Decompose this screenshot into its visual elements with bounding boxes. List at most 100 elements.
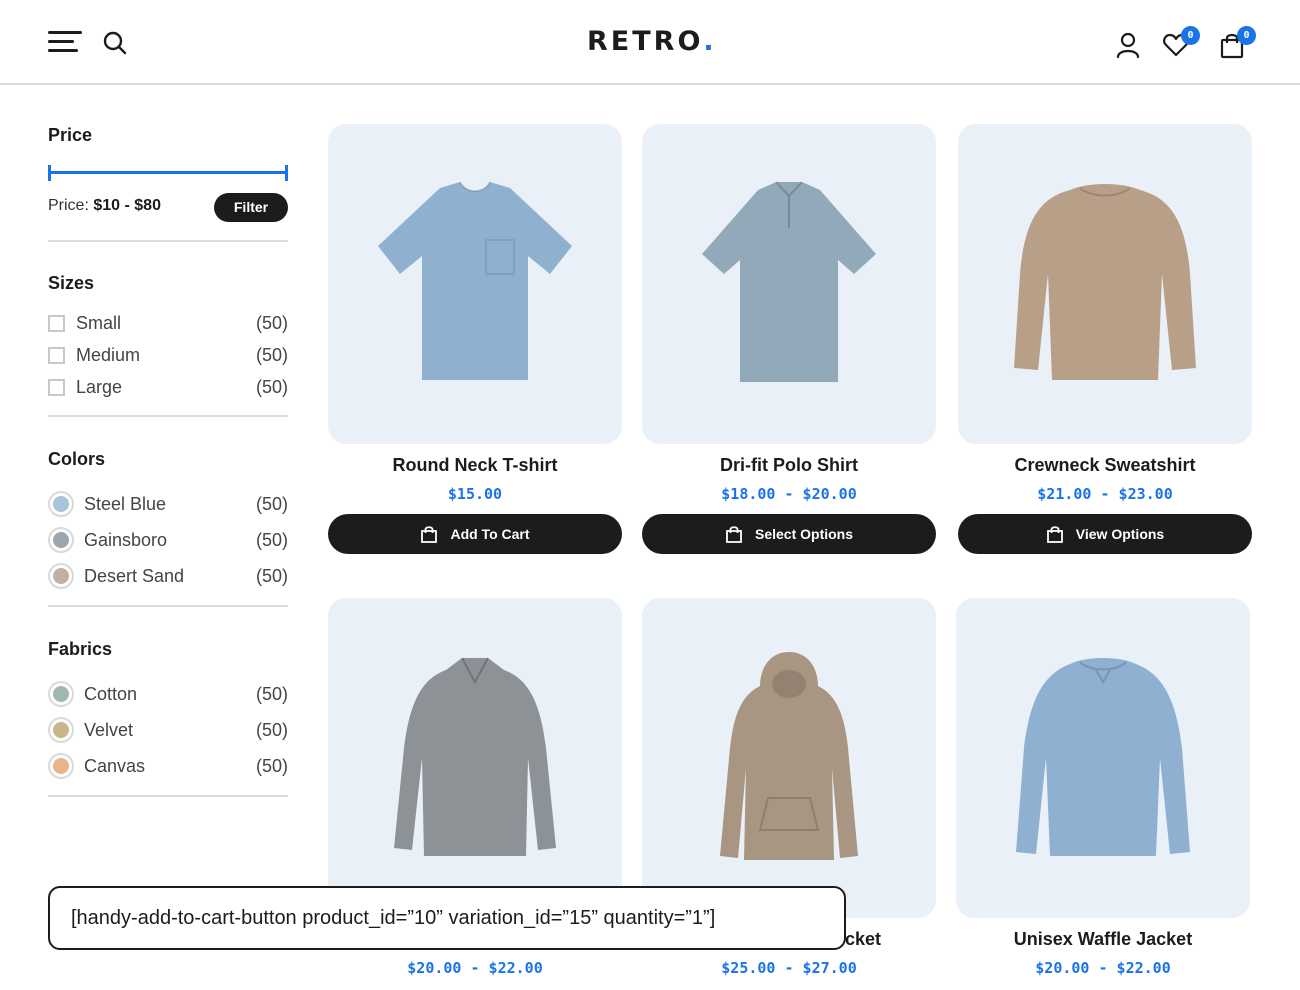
fabric-option-label: Cotton [84, 683, 138, 704]
color-option-count: (50) [255, 493, 288, 514]
logo-dot: . [703, 26, 714, 57]
size-medium-checkbox[interactable] [48, 346, 65, 364]
user-icon[interactable] [1114, 30, 1142, 60]
size-option-count: (50) [255, 376, 288, 397]
color-option-gainsboro[interactable]: Gainsboro (50) [48, 526, 288, 554]
view-options-button[interactable]: View Options [958, 514, 1252, 554]
sidebar-divider [48, 240, 288, 242]
cart-button[interactable]: 0 [1218, 26, 1256, 60]
colors-filter-title: Colors [48, 449, 106, 469]
fabric-swatch-fill [53, 758, 69, 774]
logo-text: RETRO [587, 26, 704, 57]
polo-shirt-image [702, 181, 876, 382]
fabric-option-cotton[interactable]: Cotton (50) [48, 680, 288, 708]
select-options-button[interactable]: Select Options [642, 514, 936, 554]
shortcode-box: [handy-add-to-cart-button product_id=”10… [48, 886, 846, 950]
waffle-jacket-image [1016, 658, 1190, 856]
sizes-filter-title: Sizes [48, 273, 95, 293]
fabric-option-canvas[interactable]: Canvas (50) [48, 752, 288, 780]
price-range-readout: Price: $10 - $80 [48, 197, 161, 215]
select-options-label: Select Options [754, 526, 854, 542]
product-price: $18.00 - $20.00 [721, 485, 857, 503]
price-filter-title: Price [48, 125, 93, 145]
search-icon[interactable] [102, 30, 128, 56]
fabric-option-label: Velvet [84, 719, 134, 740]
product-image[interactable] [958, 124, 1252, 444]
size-option-label: Medium [76, 344, 141, 365]
sidebar-divider [48, 795, 288, 797]
price-filter-button[interactable]: Filter [214, 193, 288, 222]
color-option-count: (50) [255, 529, 288, 550]
size-small-checkbox[interactable] [48, 314, 65, 332]
price-range-track [48, 171, 288, 174]
price-max-handle[interactable] [285, 165, 288, 181]
add-to-cart-label: Add To Cart [450, 526, 530, 542]
price-range-slider[interactable] [48, 165, 288, 181]
sidebar-divider [48, 415, 288, 417]
wishlist-count-badge: 0 [1181, 26, 1200, 45]
fabric-swatch[interactable] [48, 753, 74, 779]
product-image[interactable] [956, 598, 1250, 918]
fabric-swatch-fill [53, 722, 69, 738]
product-image[interactable] [642, 124, 936, 444]
color-swatch-fill [53, 568, 69, 584]
view-options-label: View Options [1075, 526, 1165, 542]
cart-count-badge: 0 [1237, 26, 1256, 45]
product-title[interactable]: Unisex Waffle Jacket [956, 929, 1250, 950]
fabric-option-count: (50) [255, 755, 288, 776]
fabric-swatch-fill [53, 686, 69, 702]
site-logo[interactable]: RETRO . [587, 26, 714, 62]
product-title[interactable]: Dri-fit Polo Shirt [642, 455, 936, 476]
fabric-swatch[interactable] [48, 681, 74, 707]
wishlist-button[interactable]: 0 [1162, 26, 1200, 60]
size-option-count: (50) [255, 312, 288, 333]
shopping-bag-icon [421, 526, 438, 543]
knit-polo-sweater-image [394, 657, 556, 856]
product-image[interactable] [328, 598, 622, 918]
size-option-small[interactable]: Small (50) [48, 311, 288, 335]
fabric-swatch[interactable] [48, 717, 74, 743]
shopping-bag-icon [1046, 526, 1063, 543]
fabric-option-label: Canvas [84, 755, 146, 776]
site-header: RETRO . 0 0 [0, 0, 1300, 85]
color-option-steel-blue[interactable]: Steel Blue (50) [48, 490, 288, 518]
fabric-option-count: (50) [255, 719, 288, 740]
menu-icon[interactable] [48, 31, 82, 53]
color-option-desert-sand[interactable]: Desert Sand (50) [48, 562, 288, 590]
fabrics-filter-title: Fabrics [48, 639, 113, 659]
product-image[interactable] [328, 124, 622, 444]
color-swatch-fill [53, 532, 69, 548]
shopping-bag-icon [726, 526, 742, 543]
add-to-cart-button[interactable]: Add To Cart [328, 514, 622, 554]
product-price: $25.00 - $27.00 [721, 959, 857, 977]
price-min-handle[interactable] [48, 165, 51, 181]
fabric-option-velvet[interactable]: Velvet (50) [48, 716, 288, 744]
size-large-checkbox[interactable] [48, 378, 65, 396]
product-title[interactable]: Round Neck T-shirt [328, 455, 622, 476]
product-price: $15.00 [447, 485, 503, 503]
price-range-value: $10 - $80 [93, 197, 161, 214]
product-image[interactable] [642, 598, 936, 918]
sweatshirt-image [1014, 184, 1196, 380]
color-option-label: Desert Sand [84, 565, 185, 586]
size-option-count: (50) [255, 344, 288, 365]
size-option-label: Small [76, 312, 122, 333]
color-option-count: (50) [255, 565, 288, 586]
size-option-label: Large [76, 376, 123, 397]
product-price: $20.00 - $22.00 [407, 959, 543, 977]
product-card: Round Neck T-shirt $15.00 Add To Cart [328, 124, 622, 554]
color-swatch[interactable] [48, 527, 74, 553]
color-swatch[interactable] [48, 563, 74, 589]
color-option-label: Steel Blue [84, 493, 167, 514]
size-option-medium[interactable]: Medium (50) [48, 343, 288, 367]
product-price: $20.00 - $22.00 [1035, 959, 1171, 977]
color-option-label: Gainsboro [84, 529, 168, 550]
product-title[interactable]: Crewneck Sweatshirt [958, 455, 1252, 476]
t-shirt-image [378, 181, 572, 380]
color-swatch[interactable] [48, 491, 74, 517]
price-range-label: Price: [48, 197, 89, 214]
size-option-large[interactable]: Large (50) [48, 375, 288, 399]
sidebar-divider [48, 605, 288, 607]
fabric-option-count: (50) [255, 683, 288, 704]
color-swatch-fill [53, 496, 69, 512]
